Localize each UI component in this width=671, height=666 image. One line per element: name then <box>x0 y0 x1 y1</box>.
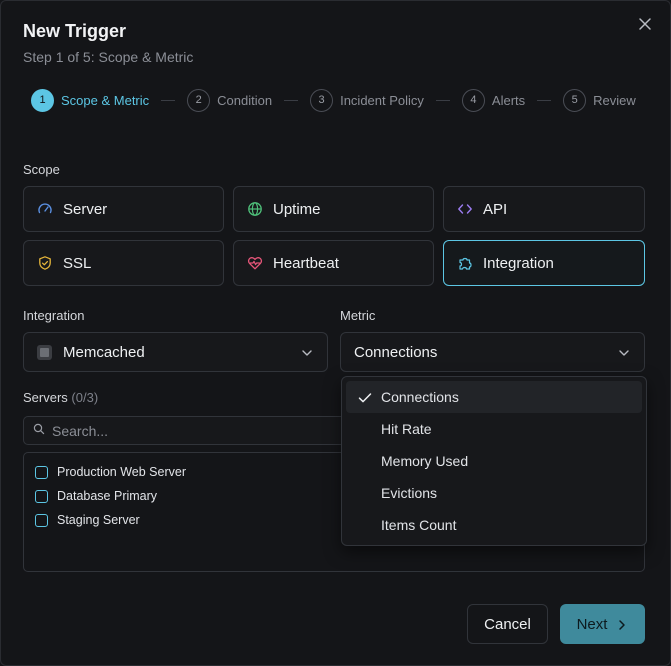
step-separator <box>161 99 176 101</box>
metric-option-connections[interactable]: Connections <box>346 381 642 413</box>
dialog-subtitle: Step 1 of 5: Scope & Metric <box>23 49 194 65</box>
step-scope-metric[interactable]: 1 Scope & Metric <box>31 88 150 112</box>
chevron-down-icon <box>618 346 630 358</box>
scope-option-label: API <box>483 200 508 218</box>
step-number: 2 <box>187 88 211 112</box>
step-label: Alerts <box>491 92 526 108</box>
new-trigger-dialog: New Trigger Step 1 of 5: Scope & Metric … <box>0 0 671 666</box>
puzzle-icon <box>457 255 473 271</box>
servers-count: (0/3) <box>71 390 99 405</box>
scope-option-uptime[interactable]: Uptime <box>233 186 434 232</box>
next-button[interactable]: Next <box>560 604 645 644</box>
metric-option-label: Connections <box>381 389 459 405</box>
step-number: 1 <box>31 88 54 112</box>
step-separator <box>537 99 552 101</box>
server-checkbox[interactable] <box>35 465 48 479</box>
metric-dropdown-menu: Connections Hit Rate Memory Used Evictio… <box>341 376 647 546</box>
metric-option-evictions[interactable]: Evictions <box>346 477 642 509</box>
metric-option-memory-used[interactable]: Memory Used <box>346 445 642 477</box>
scope-option-label: Integration <box>483 254 554 272</box>
metric-option-label: Evictions <box>381 485 438 501</box>
step-alerts[interactable]: 4 Alerts <box>461 88 526 112</box>
step-separator <box>435 99 450 101</box>
close-icon[interactable] <box>637 16 653 32</box>
step-number: 3 <box>310 88 334 112</box>
scope-option-api[interactable]: API <box>443 186 645 232</box>
step-number: 5 <box>563 88 587 112</box>
shield-icon <box>37 255 53 271</box>
scope-option-label: Heartbeat <box>273 254 339 272</box>
server-checkbox[interactable] <box>35 489 48 503</box>
step-condition[interactable]: 2 Condition <box>187 88 273 112</box>
scope-option-heartbeat[interactable]: Heartbeat <box>233 240 434 286</box>
step-review[interactable]: 5 Review <box>563 88 636 112</box>
scope-option-label: Server <box>63 200 108 218</box>
step-label: Review <box>593 92 636 108</box>
step-label: Condition <box>217 92 273 108</box>
step-separator <box>284 99 299 101</box>
dialog-title: New Trigger <box>23 21 127 41</box>
server-checkbox[interactable] <box>35 513 48 527</box>
metric-option-hit-rate[interactable]: Hit Rate <box>346 413 642 445</box>
chevron-right-icon <box>616 618 628 630</box>
servers-label-text: Servers <box>23 390 68 405</box>
integration-select[interactable]: Memcached <box>23 332 328 372</box>
step-label: Incident Policy <box>340 92 424 108</box>
metric-select[interactable]: Connections <box>340 332 645 372</box>
globe-icon <box>247 201 263 217</box>
server-name: Staging Server <box>57 513 140 527</box>
step-number: 4 <box>461 88 485 112</box>
integration-label: Integration <box>23 308 85 323</box>
code-icon <box>457 201 473 217</box>
scope-label: Scope <box>23 162 60 177</box>
servers-label: Servers (0/3) <box>23 390 98 405</box>
gauge-icon <box>37 201 53 217</box>
server-search <box>23 416 341 445</box>
server-name: Database Primary <box>57 489 158 503</box>
metric-option-label: Memory Used <box>381 453 469 469</box>
scope-option-label: SSL <box>63 254 92 272</box>
integration-value: Memcached <box>63 343 145 361</box>
search-input[interactable] <box>52 422 312 439</box>
cancel-button[interactable]: Cancel <box>467 604 548 644</box>
scope-option-integration[interactable]: Integration <box>443 240 645 286</box>
step-label: Scope & Metric <box>61 92 150 108</box>
metric-option-label: Hit Rate <box>381 421 432 437</box>
step-incident-policy[interactable]: 3 Incident Policy <box>310 88 424 112</box>
memcached-logo-icon <box>37 344 52 360</box>
scope-option-server[interactable]: Server <box>23 186 224 232</box>
chevron-down-icon <box>301 346 313 358</box>
scope-option-ssl[interactable]: SSL <box>23 240 224 286</box>
scope-option-label: Uptime <box>273 200 321 218</box>
server-name: Production Web Server <box>57 465 186 479</box>
heart-pulse-icon <box>247 255 263 271</box>
metric-option-label: Items Count <box>381 517 457 533</box>
metric-label: Metric <box>340 308 376 323</box>
check-icon <box>358 391 372 403</box>
metric-option-items-count[interactable]: Items Count <box>346 509 642 541</box>
next-button-label: Next <box>576 615 608 633</box>
scope-options: Server Uptime API SSL Heartbeat Integrat… <box>23 186 645 286</box>
metric-value: Connections <box>354 343 438 361</box>
search-icon <box>33 422 45 440</box>
stepper: 1 Scope & Metric 2 Condition 3 Incident … <box>31 88 636 112</box>
